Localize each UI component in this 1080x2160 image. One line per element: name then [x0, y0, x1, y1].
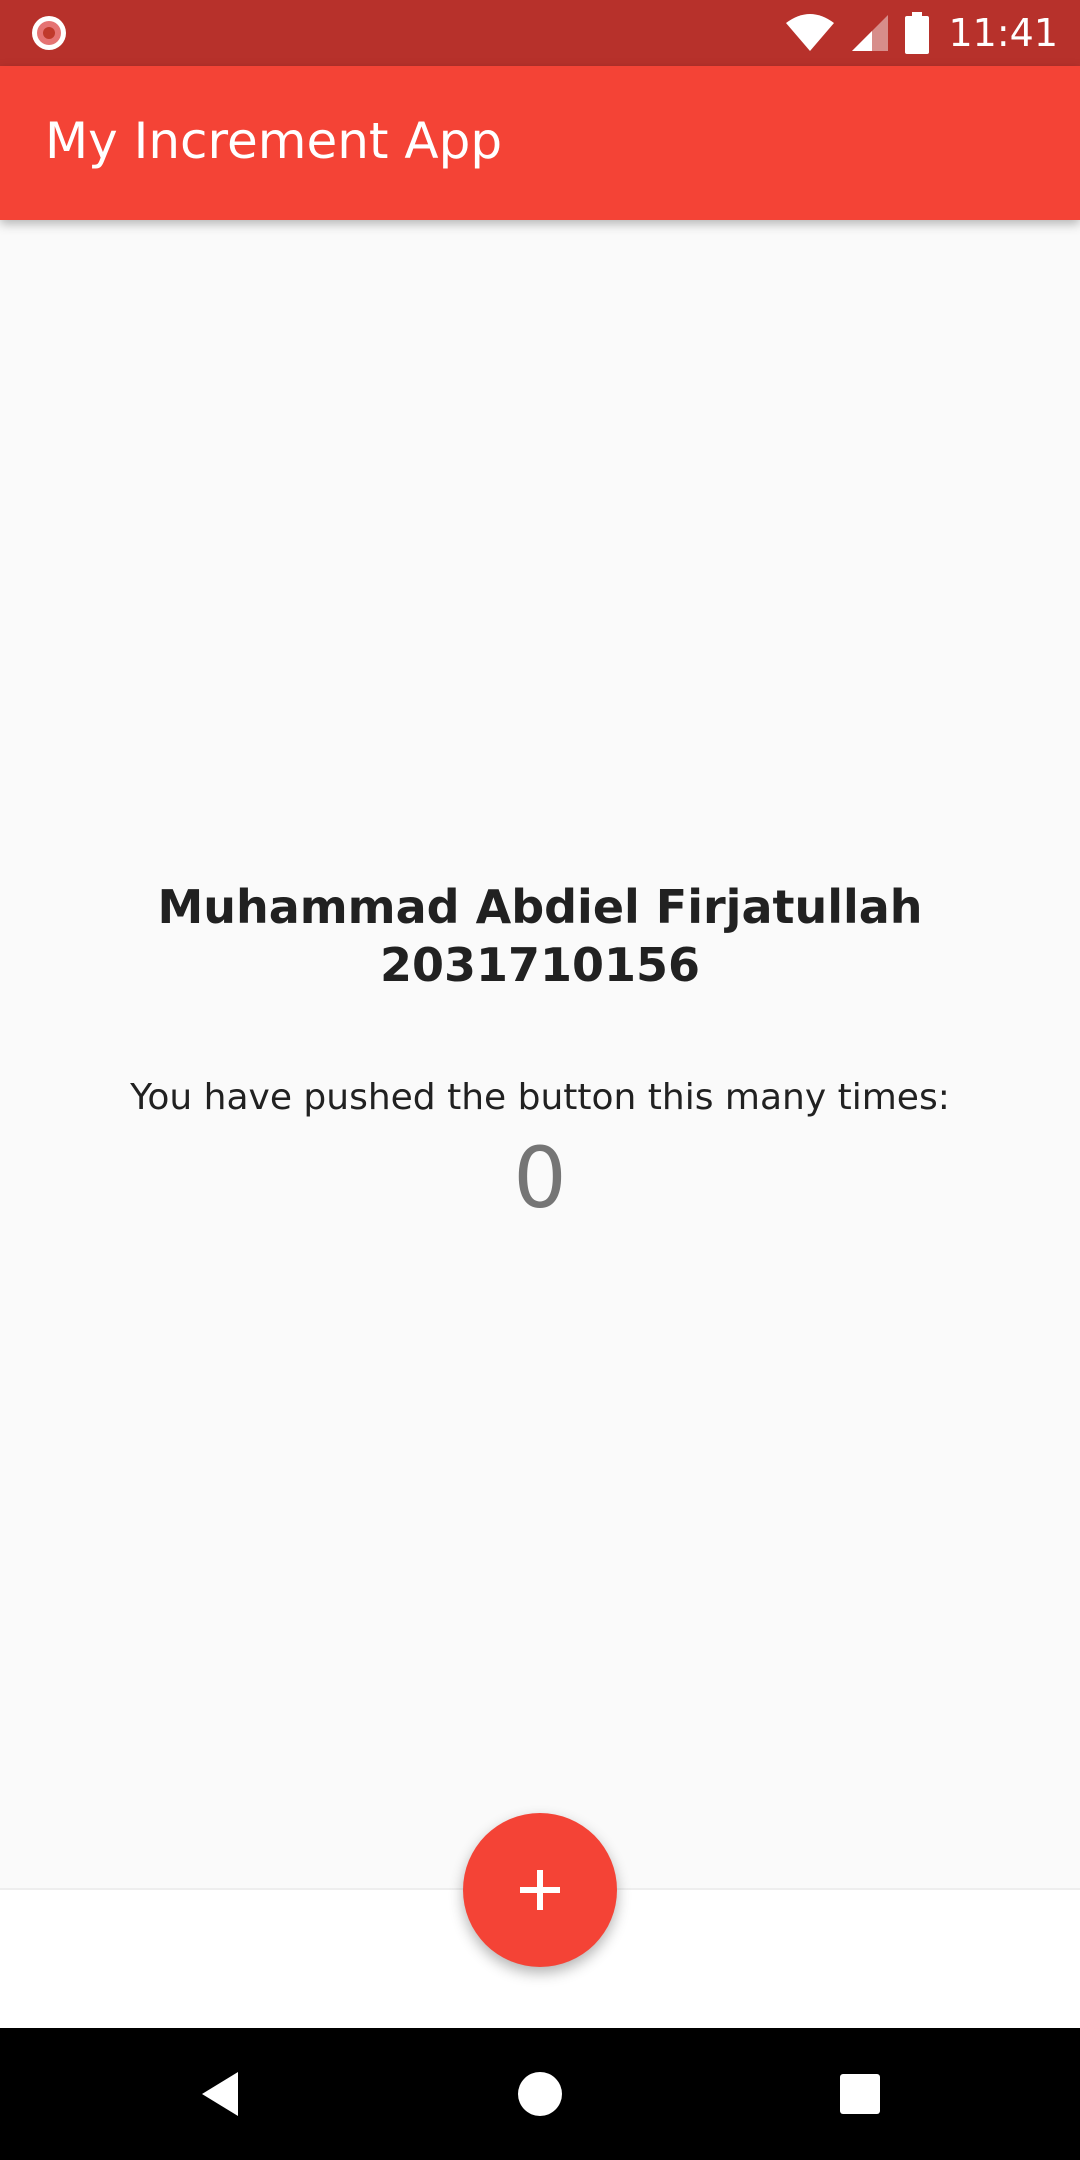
- home-button[interactable]: [480, 2028, 600, 2160]
- app-title: My Increment App: [45, 112, 503, 170]
- battery-icon: [905, 12, 930, 54]
- plus-icon: [520, 1870, 560, 1910]
- increment-fab-button[interactable]: [463, 1813, 617, 1967]
- wifi-icon: [786, 14, 835, 51]
- signal-icon: [852, 15, 889, 51]
- student-name: Muhammad Abdiel Firjatullah: [157, 880, 923, 934]
- app-bar: My Increment App: [0, 66, 1080, 220]
- main-content: Muhammad Abdiel Firjatullah 2031710156 Y…: [0, 220, 1080, 1890]
- recents-button[interactable]: [800, 2028, 920, 2160]
- counter-value: 0: [513, 1129, 567, 1227]
- student-id: 2031710156: [379, 938, 701, 992]
- status-time: 11:41: [948, 11, 1058, 55]
- home-icon: [518, 2072, 562, 2116]
- screen: 11:41 My Increment App Muhammad Abdiel F…: [0, 0, 1080, 2160]
- back-icon: [202, 2072, 238, 2116]
- recents-icon: [840, 2074, 880, 2114]
- navigation-bar: [0, 2028, 1080, 2160]
- status-bar: 11:41: [0, 0, 1080, 66]
- name-block: Muhammad Abdiel Firjatullah 2031710156: [0, 878, 1080, 994]
- back-button[interactable]: [160, 2028, 280, 2160]
- counter-prompt: You have pushed the button this many tim…: [130, 1077, 950, 1118]
- status-icons: 11:41: [784, 0, 1058, 66]
- notification-dot-icon: [32, 16, 66, 50]
